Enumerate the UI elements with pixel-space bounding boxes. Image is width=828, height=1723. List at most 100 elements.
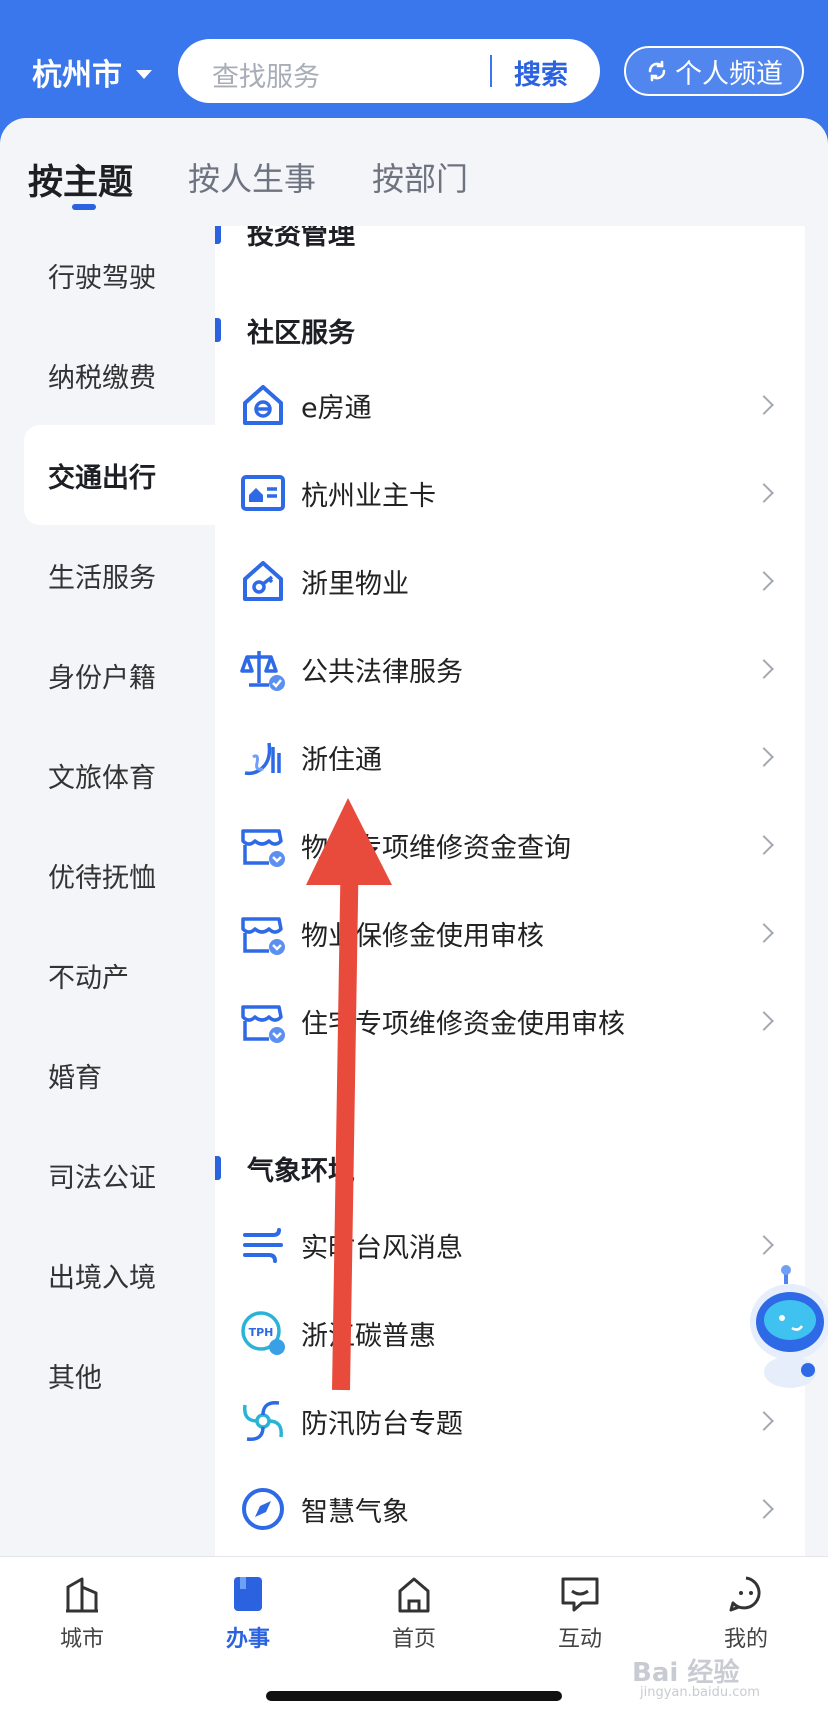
tab-by-topic[interactable]: 按主题 [28, 154, 133, 205]
sidebar-item-culture-sports[interactable]: 文旅体育 [24, 725, 215, 825]
sidebar-item-traffic[interactable]: 交通出行 [24, 425, 215, 525]
typhoon-swirl-icon [243, 1401, 283, 1441]
sidebar-item-label: 司法公证 [48, 1162, 156, 1194]
sidebar-item-label: 交通出行 [48, 462, 156, 494]
content-sheet: 按主题 按人生事 按部门 行驶驾驶 纳税缴费 交通出行 生活服务 身份户籍 文旅… [0, 118, 828, 1558]
list-item-label: 住宅专项维修资金使用审核 [301, 1008, 625, 1040]
list-item-label: 智慧气象 [301, 1496, 409, 1528]
section-marker [215, 226, 221, 244]
sidebar-item-exit-entry[interactable]: 出境入境 [24, 1225, 215, 1325]
list-item[interactable]: 智慧气象 [215, 1465, 805, 1553]
scales-icon [240, 651, 285, 691]
sidebar-item-label: 生活服务 [48, 562, 156, 594]
sidebar-item-driving[interactable]: 行驶驾驶 [24, 225, 215, 325]
list-item[interactable]: 杭州业主卡 [215, 449, 805, 537]
sidebar-item-label: 纳税缴费 [48, 362, 156, 394]
shop-shield-icon [241, 917, 285, 955]
section-title: 投资管理 [247, 226, 355, 251]
nav-home[interactable]: 首页 [354, 1575, 474, 1653]
personal-channel-label: 个人频道 [675, 58, 783, 90]
nav-label: 我的 [723, 1627, 768, 1652]
sidebar-item-label: 行驶驾驶 [48, 262, 156, 294]
sidebar-item-other[interactable]: 其他 [24, 1325, 215, 1425]
list-item[interactable]: 住宅专项维修资金使用审核 [215, 977, 805, 1065]
search-button[interactable]: 搜索 [514, 53, 568, 92]
list-item-label: 防汛防台专题 [301, 1408, 463, 1440]
owner-card-icon [241, 475, 285, 511]
list-item[interactable]: 物业专项维修资金查询 [215, 801, 805, 889]
list-item-label: 公共法律服务 [301, 656, 463, 688]
sidebar-item-tax[interactable]: 纳税缴费 [24, 325, 215, 425]
section-title: 气象环境 [247, 1155, 355, 1187]
list-item-label: 实时台风消息 [301, 1232, 463, 1264]
caret-down-icon [136, 69, 152, 79]
sidebar-item-notary[interactable]: 司法公证 [24, 1125, 215, 1225]
list-item-label: 杭州业主卡 [301, 480, 436, 512]
nav-city[interactable]: 城市 [22, 1575, 142, 1653]
tab-by-life-event[interactable]: 按人生事 [188, 154, 316, 200]
sidebar-item-label: 身份户籍 [48, 662, 156, 694]
watermark-logo: Bai 经验 [632, 1658, 740, 1688]
service-list: 投资管理 社区服务 e房通 杭州业主卡 浙里物业 公共法律服务 浙住通 物业专项… [215, 226, 805, 1558]
search-divider [490, 55, 492, 87]
sidebar-item-label: 不动产 [48, 962, 129, 994]
city-label: 杭州市 [32, 58, 122, 93]
home-icon [398, 1577, 430, 1613]
chevron-right-icon [754, 747, 774, 767]
svg-text:TPH: TPH [249, 1326, 274, 1339]
list-item-label: 物业保修金使用审核 [301, 920, 544, 952]
nav-affairs[interactable]: 办事 [188, 1575, 308, 1653]
search-bar[interactable]: 查找服务 搜索 [178, 39, 600, 103]
bottom-nav: 城市 办事 首页 互动 我的 Bai 经验 jingyan.baidu.com [0, 1556, 828, 1723]
shop-shield-icon [241, 829, 285, 867]
sidebar-item-identity[interactable]: 身份户籍 [24, 625, 215, 725]
nav-label: 首页 [391, 1627, 436, 1652]
nav-mine[interactable]: 我的 [686, 1575, 806, 1653]
nav-label: 办事 [225, 1627, 270, 1652]
nav-label: 互动 [557, 1627, 602, 1652]
refresh-icon [648, 60, 666, 82]
chevron-right-icon [754, 835, 774, 855]
tph-icon: TPH [241, 1311, 285, 1355]
list-item[interactable]: 物业保修金使用审核 [215, 889, 805, 977]
wind-icon [243, 1228, 283, 1263]
chevron-right-icon [754, 1011, 774, 1031]
sidebar-item-marriage[interactable]: 婚育 [24, 1025, 215, 1125]
robot-assistant-icon[interactable] [742, 1262, 828, 1392]
list-item[interactable]: TPH 浙江碳普惠 [215, 1289, 805, 1377]
search-input[interactable]: 查找服务 [212, 55, 320, 94]
chevron-right-icon [754, 1499, 774, 1519]
sidebar-item-real-estate[interactable]: 不动产 [24, 925, 215, 1025]
list-item[interactable]: 浙住通 [215, 713, 805, 801]
chevron-right-icon [754, 1235, 774, 1255]
section-marker [215, 318, 221, 342]
compass-icon [242, 1488, 284, 1530]
sidebar-item-label: 其他 [48, 1362, 102, 1394]
list-item[interactable]: 实时台风消息 [215, 1201, 805, 1289]
list-item-label: 浙里物业 [301, 568, 409, 600]
list-item-label: e房通 [301, 392, 372, 424]
nav-interact[interactable]: 互动 [520, 1575, 640, 1653]
sidebar-item-label: 婚育 [48, 1062, 102, 1094]
city-selector[interactable]: 杭州市 [32, 50, 152, 94]
tab-by-department[interactable]: 按部门 [372, 154, 468, 200]
list-item-label: 浙江碳普惠 [301, 1320, 436, 1352]
nav-label: 城市 [59, 1627, 104, 1652]
list-item[interactable]: 公共法律服务 [215, 625, 805, 713]
sidebar-item-preferential[interactable]: 优待抚恤 [24, 825, 215, 925]
city-building-icon [66, 1577, 98, 1613]
book-icon [234, 1577, 262, 1611]
chevron-right-icon [754, 659, 774, 679]
sidebar-item-life-service[interactable]: 生活服务 [24, 525, 215, 625]
chevron-right-icon [754, 483, 774, 503]
shop-shield-icon [241, 1005, 285, 1043]
list-item[interactable]: 防汛防台专题 [215, 1377, 805, 1465]
personal-channel-button[interactable]: 个人频道 [624, 46, 804, 96]
list-item[interactable]: e房通 [215, 361, 805, 449]
tab-indicator [72, 204, 96, 210]
topic-tabs: 按主题 按人生事 按部门 [0, 118, 828, 228]
chat-icon [561, 1577, 599, 1612]
sidebar-item-label: 文旅体育 [48, 762, 156, 794]
profile-face-icon [729, 1576, 761, 1612]
list-item[interactable]: 浙里物业 [215, 537, 805, 625]
